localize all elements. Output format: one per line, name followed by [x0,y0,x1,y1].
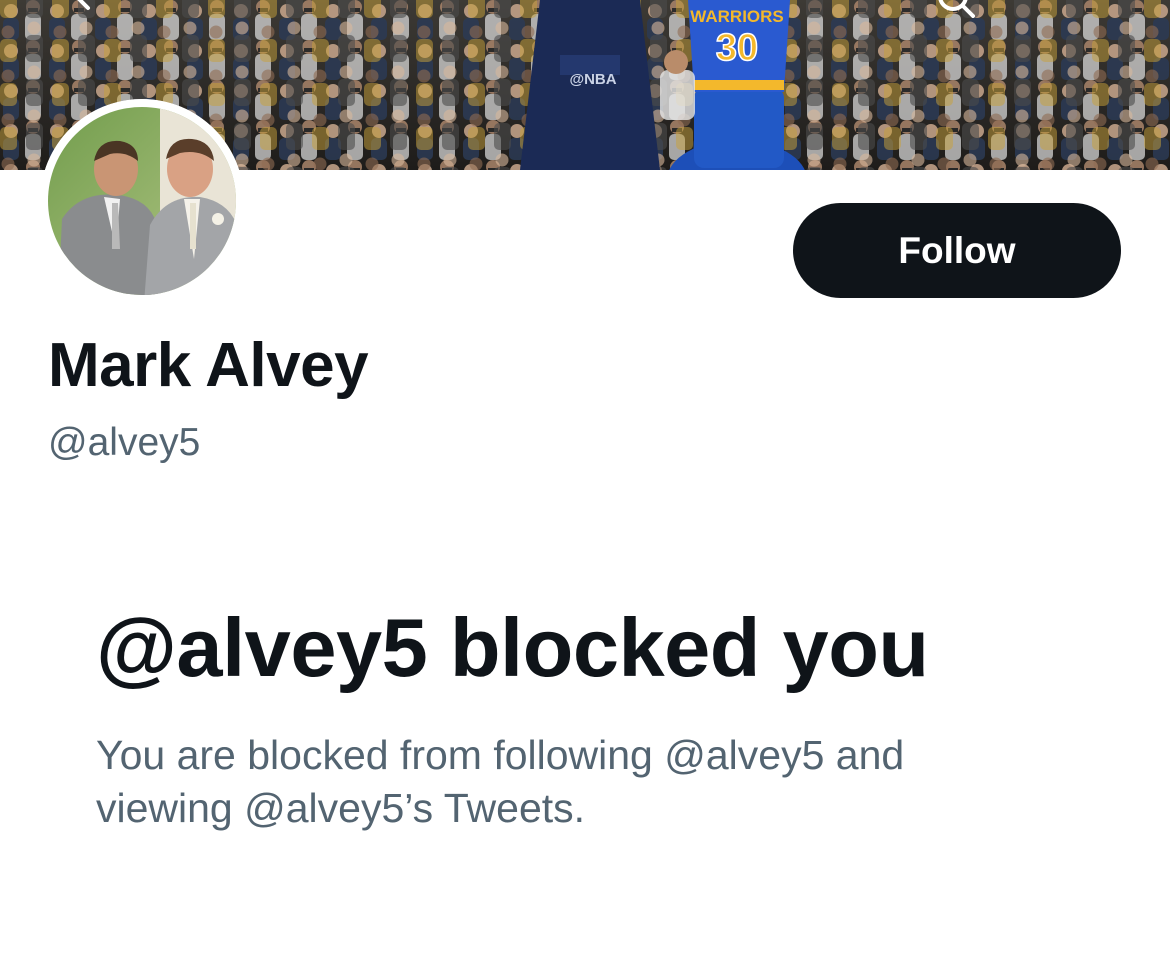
blocked-notice-title: @alvey5 blocked you [96,601,929,694]
profile-handle: @alvey5 [48,421,201,464]
avatar[interactable] [40,99,244,303]
arrow-left-icon[interactable] [70,0,110,18]
banner-jersey-team: WARRIORS [690,7,784,26]
profile-display-name: Mark Alvey [48,331,369,400]
blocked-notice-description: You are blocked from following @alvey5 a… [96,729,1056,835]
search-icon[interactable] [935,0,975,18]
blocked-notice-line-1: You are blocked from following @alvey5 a… [96,732,905,778]
follow-button[interactable]: Follow [793,203,1121,298]
profile-screen: @NBA WARRIORS 30 Follow Mark Alvey @alve… [0,0,1170,971]
avatar-photo [40,99,244,303]
banner-nba-text: @NBA [569,71,616,88]
banner-jersey-number: 30 [716,27,758,69]
blocked-notice-line-2: viewing @alvey5’s Tweets. [96,785,586,831]
